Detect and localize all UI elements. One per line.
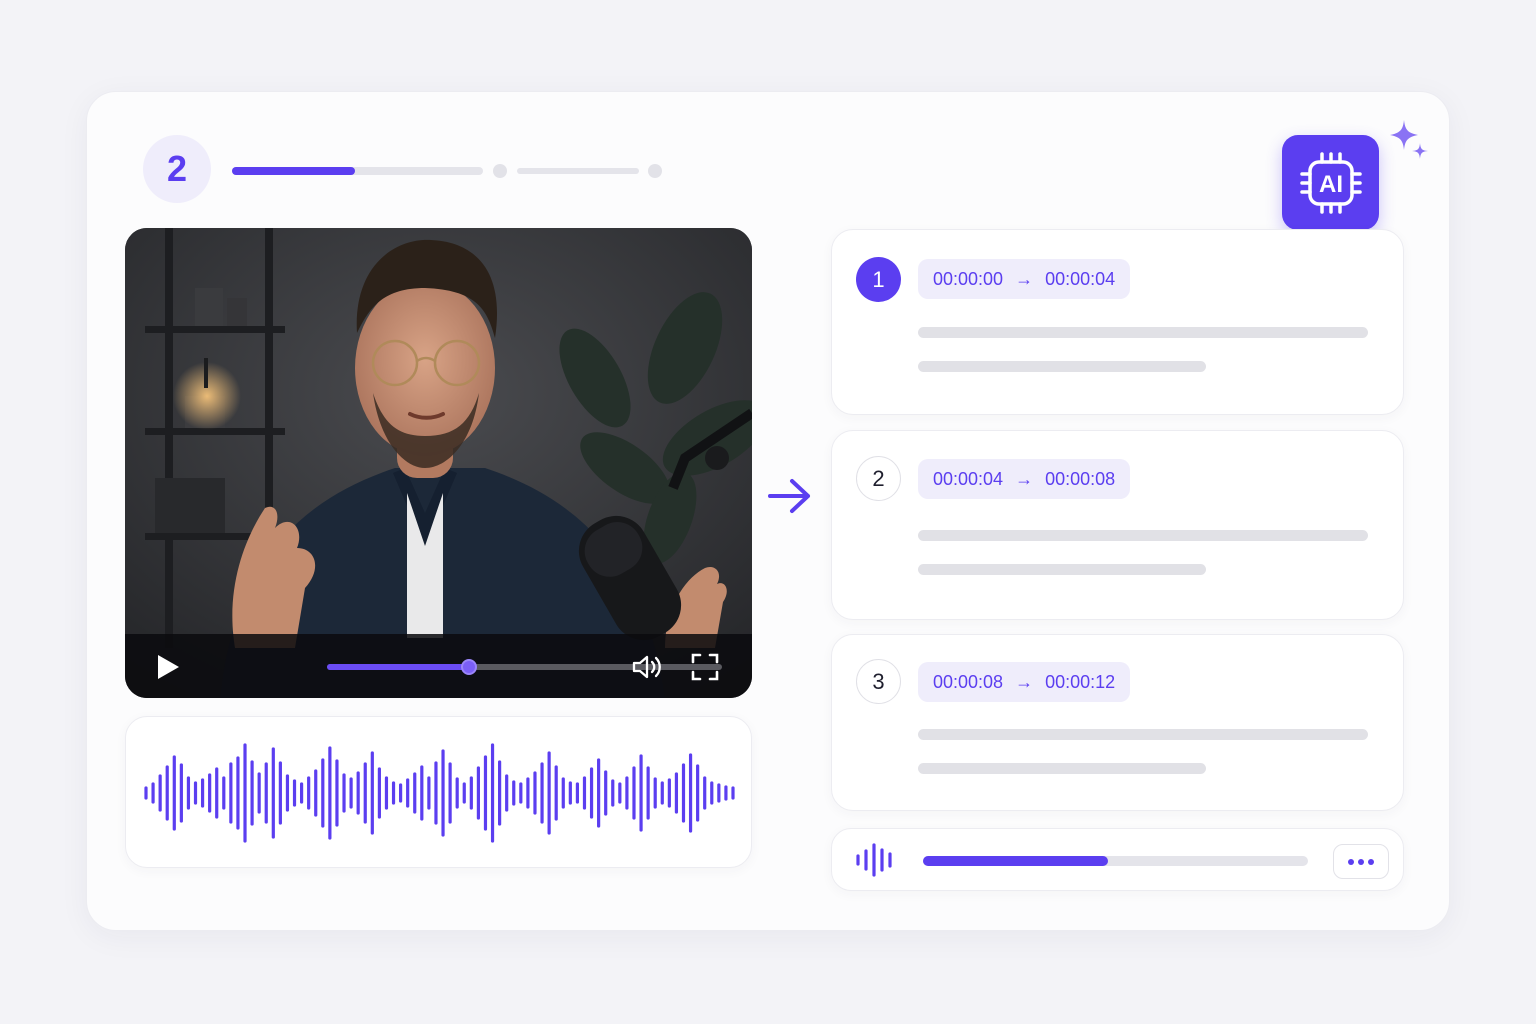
- segment-timestamp: 00:00:00 → 00:00:04: [918, 259, 1131, 299]
- audio-progress-bar[interactable]: [831, 828, 1404, 891]
- segment-text-placeholder: [918, 763, 1206, 774]
- step-progress-fill: [232, 167, 355, 175]
- segment-text-placeholder: [918, 327, 1368, 338]
- step-progress-segment: [517, 168, 639, 174]
- transcript-segment[interactable]: 2 00:00:04 → 00:00:08: [831, 430, 1404, 620]
- transcript-segment[interactable]: 1 00:00:00 → 00:00:04: [831, 229, 1404, 415]
- segment-number: 1: [856, 257, 901, 302]
- segment-text-placeholder: [918, 530, 1368, 541]
- audio-progress-fill: [923, 856, 1108, 866]
- fullscreen-button[interactable]: [689, 651, 721, 683]
- more-icon: [1348, 858, 1374, 865]
- volume-button[interactable]: [631, 651, 663, 683]
- segment-text-placeholder: [918, 361, 1206, 372]
- segment-timestamp: 00:00:04 → 00:00:08: [918, 459, 1131, 499]
- ai-badge[interactable]: AI: [1282, 135, 1379, 230]
- play-button[interactable]: [153, 652, 183, 682]
- segment-end-time: 00:00:04: [1045, 268, 1116, 289]
- timestamp-arrow-icon: →: [1015, 671, 1034, 692]
- ai-chip-icon: AI: [1299, 151, 1362, 214]
- segment-start-time: 00:00:00: [933, 268, 1004, 289]
- timestamp-arrow-icon: →: [1015, 268, 1034, 289]
- segment-text-placeholder: [918, 729, 1368, 740]
- video-frame: [125, 228, 752, 698]
- transcript-segment[interactable]: 3 00:00:08 → 00:00:12: [831, 634, 1404, 811]
- timestamp-arrow-icon: →: [1015, 468, 1034, 489]
- ai-badge-label: AI: [1319, 171, 1343, 198]
- segment-timestamp: 00:00:08 → 00:00:12: [918, 662, 1131, 702]
- video-player[interactable]: [125, 228, 752, 698]
- play-icon: [158, 655, 179, 679]
- seek-bar-thumb[interactable]: [461, 659, 478, 675]
- sparkle-icon: [1390, 120, 1428, 159]
- video-controls: [125, 634, 752, 698]
- fullscreen-icon: [691, 653, 719, 681]
- segment-start-time: 00:00:04: [933, 468, 1004, 489]
- audio-waveform-panel[interactable]: [125, 716, 752, 868]
- segment-number: 3: [856, 659, 901, 704]
- seek-bar-fill: [327, 664, 470, 670]
- audio-progress-track[interactable]: [923, 856, 1308, 866]
- step-number: 2: [143, 135, 211, 203]
- segment-end-time: 00:00:12: [1045, 671, 1116, 692]
- more-options-button[interactable]: [1333, 844, 1389, 879]
- segment-number: 2: [856, 456, 901, 501]
- step-progress-track: [232, 167, 483, 175]
- segment-end-time: 00:00:08: [1045, 468, 1116, 489]
- step-dot: [493, 164, 507, 178]
- step-dot: [648, 164, 662, 178]
- arrow-right-icon: [768, 479, 810, 513]
- volume-icon: [632, 655, 661, 679]
- audio-waveform: [144, 743, 735, 843]
- segment-text-placeholder: [918, 564, 1206, 575]
- segment-start-time: 00:00:08: [933, 671, 1004, 692]
- waveform-icon: [856, 843, 892, 877]
